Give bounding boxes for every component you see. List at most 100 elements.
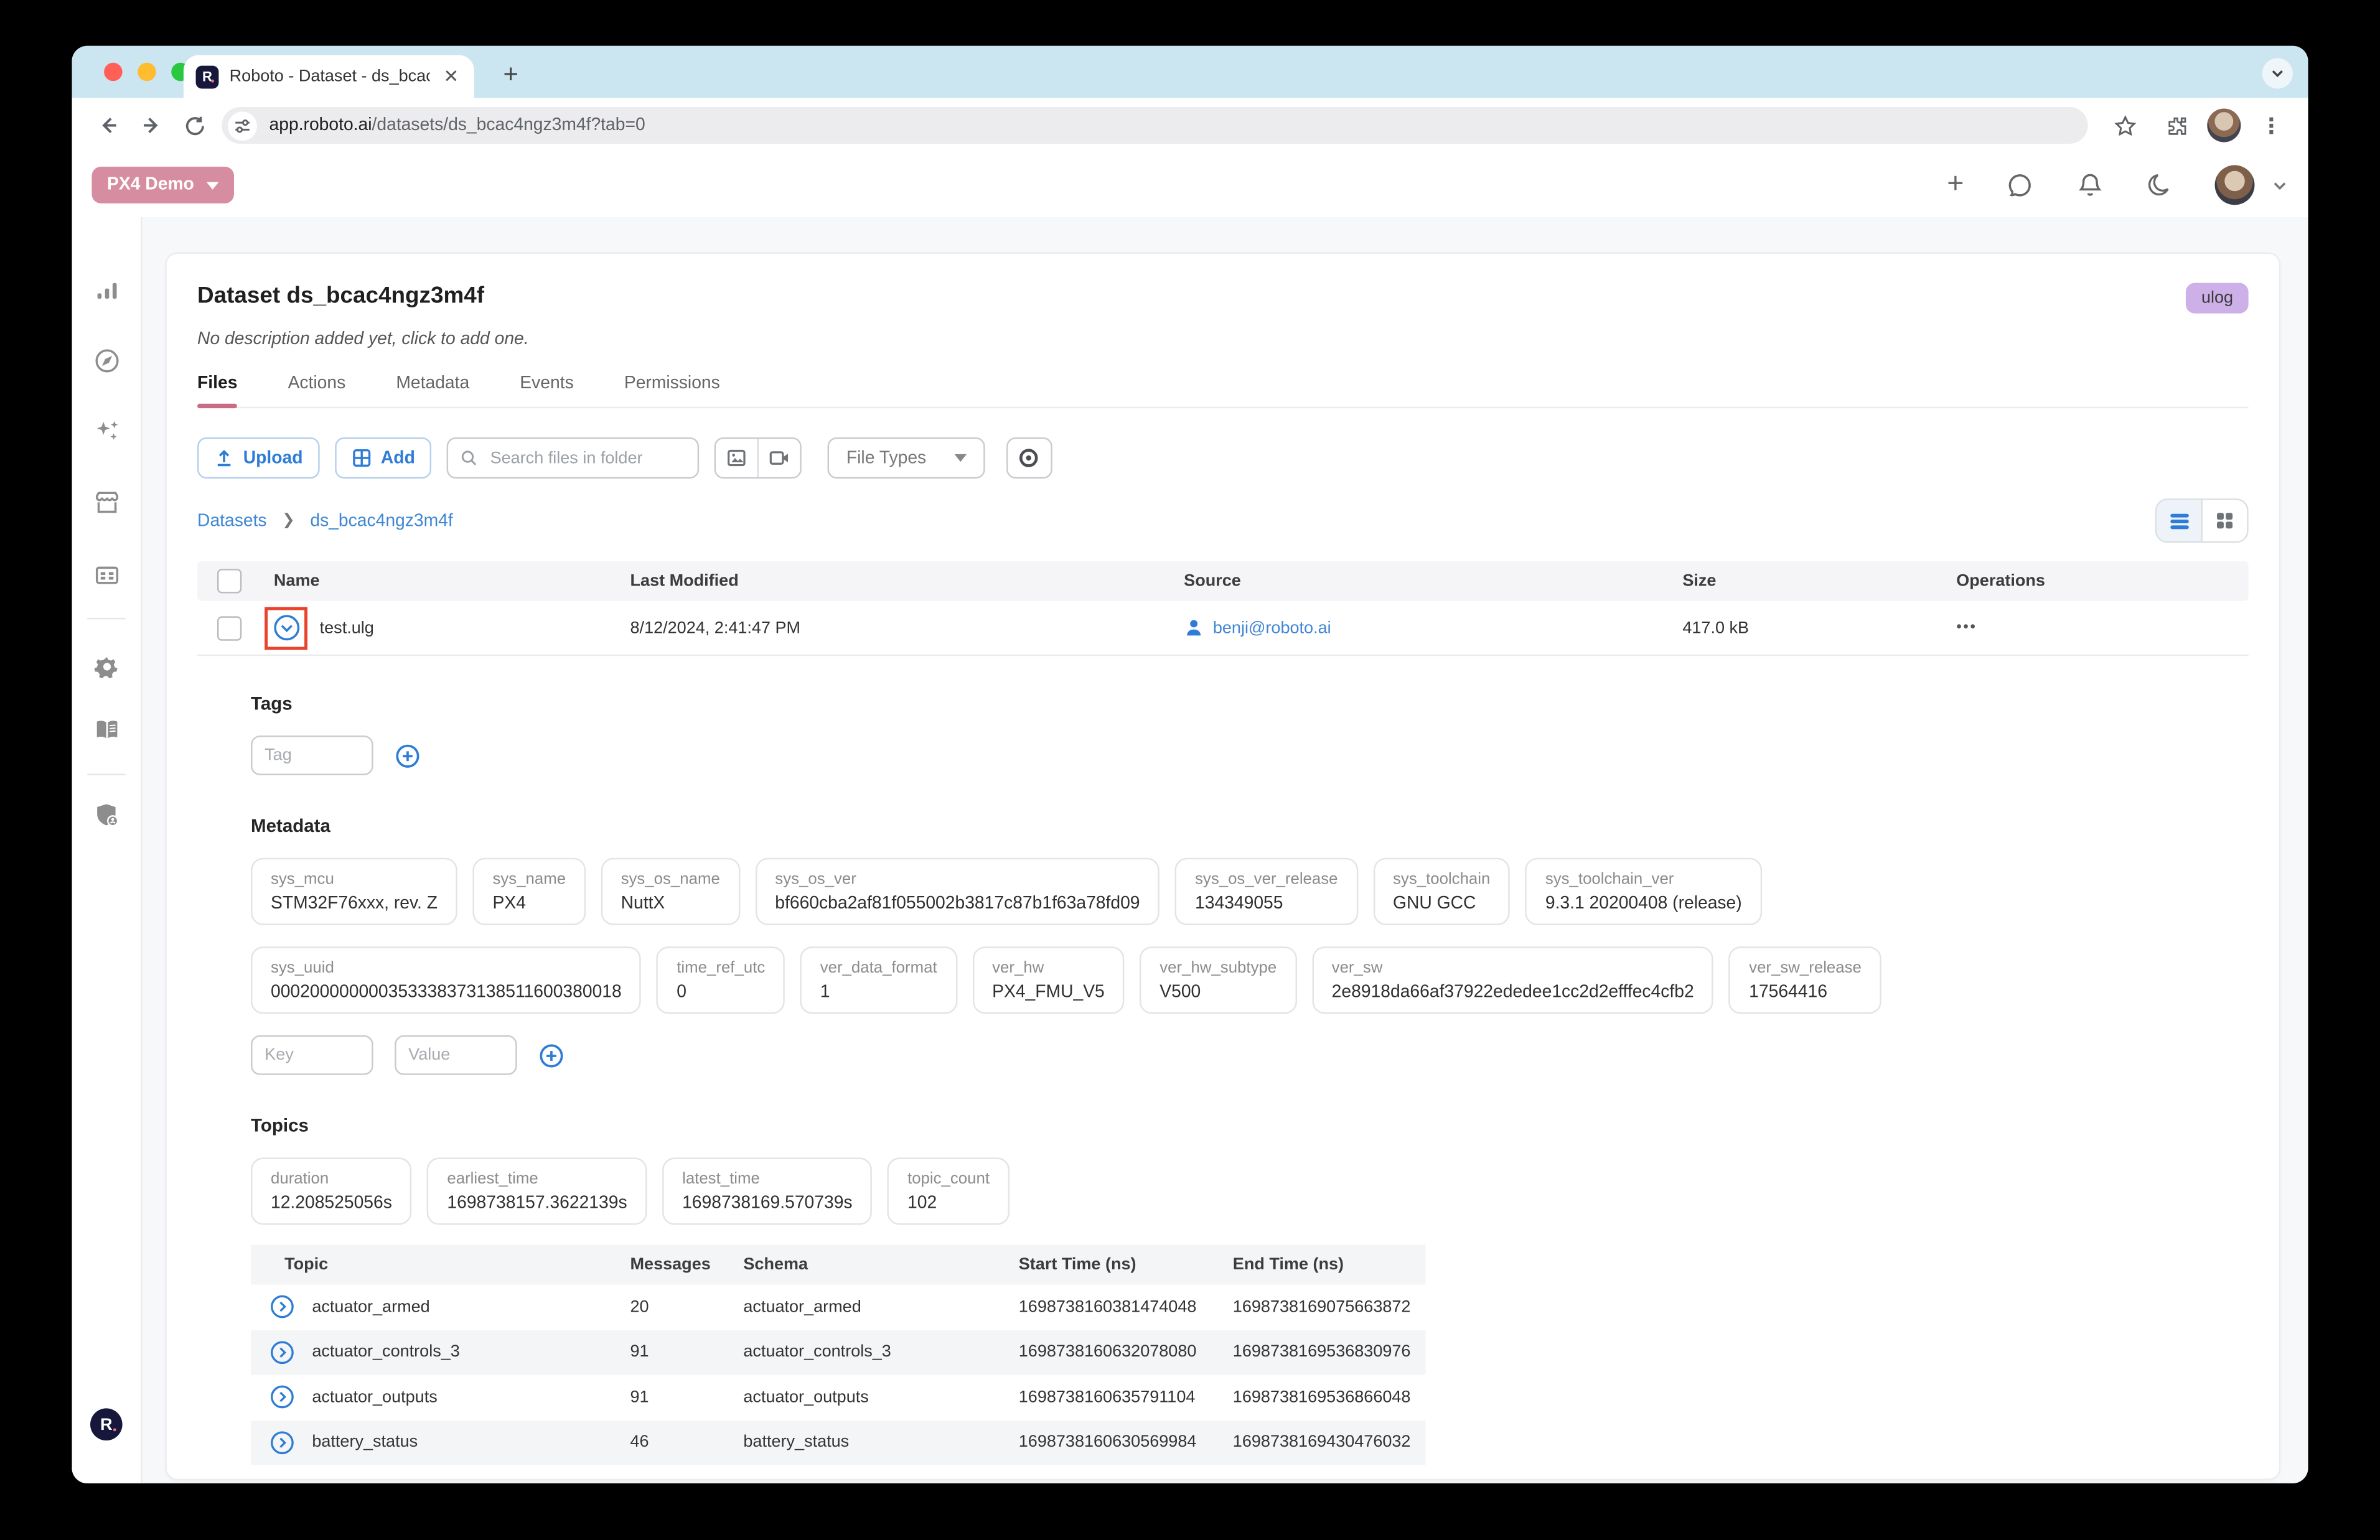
compass-icon bbox=[91, 347, 121, 376]
reload-button[interactable] bbox=[173, 104, 216, 147]
site-settings-icon[interactable] bbox=[228, 111, 257, 140]
chevron-down-icon bbox=[2270, 66, 2285, 82]
topic-name: actuator_armed bbox=[312, 1298, 630, 1316]
file-name[interactable]: test.ulg bbox=[320, 618, 374, 637]
topic-summary-chip: topic_count102 bbox=[888, 1157, 1010, 1225]
grid-view-button[interactable] bbox=[2201, 500, 2247, 541]
col-name: Name bbox=[274, 572, 630, 590]
tab-files[interactable]: Files bbox=[197, 375, 237, 407]
notifications-button[interactable] bbox=[2076, 170, 2105, 200]
grid-add-icon bbox=[352, 448, 372, 468]
description-placeholder[interactable]: No description added yet, click to add o… bbox=[197, 330, 2249, 348]
image-filter-button[interactable] bbox=[716, 439, 757, 477]
sidebar-item-docs[interactable] bbox=[91, 715, 121, 744]
tab-actions[interactable]: Actions bbox=[288, 375, 346, 407]
tab-close-icon[interactable]: ✕ bbox=[441, 66, 462, 87]
file-source-link[interactable]: benji@roboto.ai bbox=[1213, 618, 1331, 637]
topic-schema: actuator_armed bbox=[743, 1298, 1018, 1316]
chevron-down-icon bbox=[207, 181, 219, 189]
select-all-checkbox[interactable] bbox=[217, 569, 241, 593]
visibility-toggle-button[interactable] bbox=[1006, 437, 1052, 478]
extensions-button[interactable] bbox=[2155, 104, 2198, 147]
sidebar-item-datasets[interactable] bbox=[93, 277, 120, 304]
topic-row[interactable]: actuator_armed 20 actuator_armed 1698738… bbox=[251, 1284, 1425, 1329]
address-bar[interactable]: app.roboto.ai/datasets/ds_bcac4ngz3m4f?t… bbox=[222, 107, 2087, 144]
topic-row[interactable]: battery_status 46 battery_status 1698738… bbox=[251, 1420, 1425, 1465]
row-checkbox[interactable] bbox=[217, 615, 241, 640]
back-button[interactable] bbox=[87, 104, 130, 147]
file-search-input[interactable] bbox=[487, 447, 686, 469]
bar-chart-icon bbox=[93, 277, 120, 304]
forward-button[interactable] bbox=[130, 104, 173, 147]
tab-title: Roboto - Dataset - ds_bcac4 bbox=[230, 67, 430, 85]
tab-permissions[interactable]: Permissions bbox=[624, 375, 720, 407]
topic-schema: battery_status bbox=[743, 1433, 1018, 1451]
sidebar-item-settings[interactable] bbox=[91, 652, 121, 681]
breadcrumb-current-link[interactable]: ds_bcac4ngz3m4f bbox=[310, 511, 452, 530]
create-new-button[interactable]: + bbox=[1947, 168, 1964, 202]
user-avatar[interactable] bbox=[2215, 165, 2255, 205]
add-metadata-button[interactable] bbox=[538, 1042, 565, 1068]
metadata-chip: ver_data_format1 bbox=[800, 946, 957, 1014]
files-toolbar: Upload Add bbox=[197, 437, 2249, 478]
tab-search-button[interactable] bbox=[2262, 58, 2293, 88]
expand-topic-button[interactable] bbox=[268, 1339, 294, 1365]
metadata-chip: sys_toolchain_ver9.3.1 20200408 (release… bbox=[1525, 858, 1762, 925]
list-view-button[interactable] bbox=[2157, 500, 2201, 541]
topic-messages: 91 bbox=[630, 1343, 744, 1361]
browser-toolbar: app.roboto.ai/datasets/ds_bcac4ngz3m4f?t… bbox=[72, 98, 2308, 152]
breadcrumb-datasets-link[interactable]: Datasets bbox=[197, 511, 267, 530]
browser-window: R Roboto - Dataset - ds_bcac4 ✕ + bbox=[72, 46, 2308, 1483]
account-chevron-icon[interactable] bbox=[2272, 177, 2289, 194]
chat-button[interactable] bbox=[2005, 170, 2035, 200]
expand-topic-button[interactable] bbox=[268, 1294, 294, 1320]
video-filter-button[interactable] bbox=[757, 439, 800, 477]
gear-icon bbox=[91, 652, 121, 681]
topic-row[interactable]: actuator_outputs 91 actuator_outputs 169… bbox=[251, 1374, 1425, 1419]
sidebar-divider bbox=[87, 774, 125, 775]
metadata-chip-row: sys_mcuSTM32F76xxx, rev. Z sys_namePX4 s… bbox=[251, 858, 2249, 925]
topic-start: 1698738160630569984 bbox=[1019, 1433, 1233, 1451]
dark-mode-toggle[interactable] bbox=[2146, 171, 2173, 198]
shield-user-icon bbox=[91, 801, 121, 830]
topic-row[interactable]: actuator_controls_3 91 actuator_controls… bbox=[251, 1330, 1425, 1374]
minimize-window-button[interactable] bbox=[138, 63, 156, 81]
browser-menu-button[interactable]: ⋮ bbox=[2250, 104, 2293, 147]
tag-input[interactable] bbox=[251, 735, 373, 775]
topic-name: actuator_outputs bbox=[312, 1388, 630, 1406]
metadata-key-input[interactable] bbox=[251, 1035, 373, 1075]
sidebar-item-explore[interactable] bbox=[91, 347, 121, 376]
close-window-button[interactable] bbox=[104, 63, 122, 81]
sidebar-item-actions-hub[interactable] bbox=[91, 488, 121, 518]
dataset-card: Dataset ds_bcac4ngz3m4f ulog No descript… bbox=[165, 253, 2280, 1480]
topic-summary-chip: duration12.208525056s bbox=[251, 1157, 412, 1225]
new-tab-button[interactable]: + bbox=[504, 60, 518, 90]
browser-tab[interactable]: R Roboto - Dataset - ds_bcac4 ✕ bbox=[184, 55, 474, 98]
annotation-highlight bbox=[265, 606, 307, 649]
sidebar-item-ai[interactable] bbox=[91, 417, 121, 446]
sidebar-item-collections[interactable] bbox=[91, 561, 121, 590]
card-grid-icon bbox=[91, 561, 121, 590]
roboto-logo[interactable]: R bbox=[90, 1408, 123, 1440]
topic-schema: actuator_controls_3 bbox=[743, 1343, 1018, 1361]
bookmark-star-button[interactable] bbox=[2103, 104, 2146, 147]
add-button[interactable]: Add bbox=[335, 437, 432, 478]
org-switcher-button[interactable]: PX4 Demo bbox=[91, 167, 233, 203]
browser-profile-avatar[interactable] bbox=[2207, 108, 2241, 142]
tab-metadata[interactable]: Metadata bbox=[396, 375, 469, 407]
window-controls bbox=[104, 63, 190, 81]
sidebar-item-admin[interactable] bbox=[91, 801, 121, 830]
tab-events[interactable]: Events bbox=[520, 375, 573, 407]
storefront-icon bbox=[91, 488, 121, 518]
topic-summary-chip: earliest_time1698738157.3622139s bbox=[427, 1157, 647, 1225]
expand-topic-button[interactable] bbox=[268, 1429, 294, 1455]
metadata-value-input[interactable] bbox=[395, 1035, 517, 1075]
operations-menu-button[interactable]: ••• bbox=[1956, 619, 2248, 636]
expand-topic-button[interactable] bbox=[268, 1384, 294, 1411]
workspace: R Dataset ds_bcac4ngz3m4f ulog No descri… bbox=[72, 217, 2308, 1483]
file-types-select[interactable]: File Types bbox=[828, 437, 984, 478]
add-tag-button[interactable] bbox=[395, 742, 421, 768]
file-row[interactable]: test.ulg 8/12/2024, 2:41:47 PM benji@rob… bbox=[197, 601, 2249, 656]
upload-button[interactable]: Upload bbox=[197, 437, 320, 478]
topic-schema: actuator_outputs bbox=[743, 1388, 1018, 1406]
